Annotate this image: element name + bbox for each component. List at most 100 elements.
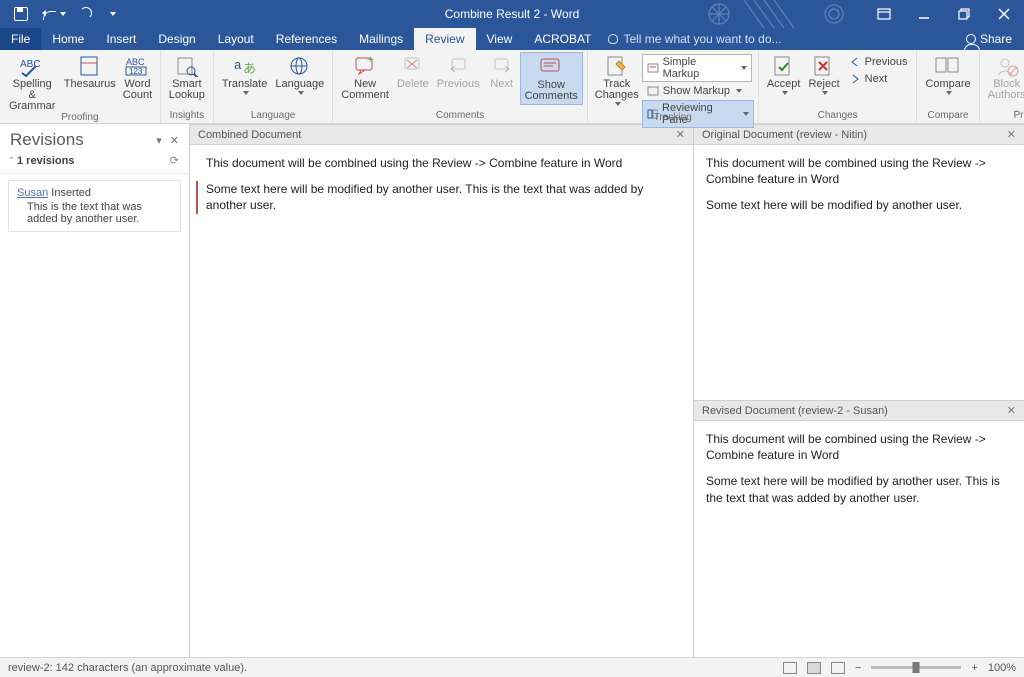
close-button[interactable] bbox=[984, 0, 1024, 28]
close-icon[interactable]: ✕ bbox=[676, 128, 685, 141]
next-change-button[interactable]: Next bbox=[844, 71, 913, 87]
revised-document-pane: Revised Document (review-2 - Susan) ✕ Th… bbox=[694, 400, 1024, 657]
show-markup-dropdown[interactable]: Show Markup bbox=[642, 83, 754, 99]
tab-home[interactable]: Home bbox=[41, 28, 95, 50]
block-authors-button: Block Authors bbox=[984, 52, 1024, 103]
tab-mailings[interactable]: Mailings bbox=[348, 28, 414, 50]
translate-button[interactable]: aあ Translate bbox=[218, 52, 271, 97]
language-button[interactable]: Language bbox=[271, 52, 328, 97]
ribbon-group-proofing: ABC Spelling & Grammar Thesaurus ABC123 … bbox=[0, 50, 161, 123]
proofing-group-label: Proofing bbox=[61, 112, 98, 125]
next-icon bbox=[849, 74, 861, 84]
show-comments-icon bbox=[537, 55, 565, 79]
tab-file[interactable]: File bbox=[0, 28, 41, 50]
svg-text:123: 123 bbox=[129, 67, 143, 76]
revised-pane-title: Revised Document (review-2 - Susan) bbox=[702, 405, 888, 417]
tab-layout[interactable]: Layout bbox=[207, 28, 265, 50]
zoom-out-button[interactable]: − bbox=[855, 662, 861, 674]
spelling-grammar-button[interactable]: ABC Spelling & Grammar bbox=[4, 52, 60, 114]
compare-label: Compare bbox=[925, 79, 970, 90]
combined-document-body[interactable]: This document will be combined using the… bbox=[190, 145, 693, 234]
qat-customize-icon[interactable] bbox=[110, 12, 116, 16]
web-layout-icon[interactable] bbox=[831, 662, 845, 674]
translate-label: Translate bbox=[222, 79, 267, 90]
delete-comment-icon bbox=[399, 54, 427, 78]
refresh-icon[interactable]: ⟳ bbox=[170, 154, 179, 167]
redo-icon[interactable] bbox=[80, 7, 94, 21]
thesaurus-button[interactable]: Thesaurus bbox=[60, 52, 119, 92]
tab-review[interactable]: Review bbox=[414, 28, 475, 50]
zoom-value[interactable]: 100% bbox=[988, 662, 1016, 674]
next-comment-button: Next bbox=[484, 52, 520, 92]
zoom-thumb[interactable] bbox=[913, 662, 920, 673]
track-changes-label: Track Changes bbox=[595, 79, 639, 101]
revised-document-body[interactable]: This document will be combined using the… bbox=[694, 421, 1024, 526]
print-layout-icon[interactable] bbox=[807, 662, 821, 674]
minimize-button[interactable] bbox=[904, 0, 944, 28]
show-markup-icon bbox=[647, 86, 659, 96]
zoom-slider[interactable] bbox=[871, 666, 961, 669]
smart-lookup-button[interactable]: Smart Lookup bbox=[165, 52, 209, 103]
show-markup-label: Show Markup bbox=[663, 85, 730, 97]
revision-item[interactable]: Susan Inserted This is the text that was… bbox=[8, 180, 181, 232]
collapse-icon[interactable]: ˆ bbox=[10, 156, 13, 166]
combined-document-pane: Combined Document ✕ This document will b… bbox=[190, 124, 694, 657]
word-count-label: Word Count bbox=[123, 79, 152, 101]
share-label: Share bbox=[980, 32, 1012, 46]
smart-lookup-icon bbox=[173, 54, 201, 78]
tab-references[interactable]: References bbox=[265, 28, 348, 50]
original-document-body[interactable]: This document will be combined using the… bbox=[694, 145, 1024, 234]
block-authors-label: Block Authors bbox=[988, 79, 1024, 101]
close-icon[interactable]: ✕ bbox=[1007, 128, 1016, 141]
close-icon[interactable]: ✕ bbox=[170, 134, 179, 147]
share-button[interactable]: Share bbox=[954, 28, 1024, 50]
ribbon-group-tracking: Track Changes Simple Markup Show Markup … bbox=[588, 50, 759, 123]
chevron-down-icon bbox=[946, 91, 952, 95]
person-icon bbox=[966, 34, 976, 44]
language-group-label: Language bbox=[251, 110, 296, 123]
ribbon: ABC Spelling & Grammar Thesaurus ABC123 … bbox=[0, 50, 1024, 124]
track-changes-button[interactable]: Track Changes bbox=[592, 52, 642, 108]
revisions-dropdown-icon[interactable]: ▾ bbox=[156, 134, 162, 147]
markup-mode-dropdown[interactable]: Simple Markup bbox=[642, 54, 752, 82]
undo-button[interactable] bbox=[42, 7, 66, 21]
ribbon-group-comments: + New Comment Delete Previous Next Show … bbox=[333, 50, 587, 123]
accept-label: Accept bbox=[767, 79, 801, 90]
reject-icon bbox=[810, 54, 838, 78]
chevron-down-icon bbox=[782, 91, 788, 95]
menu-tabs: File Home Insert Design Layout Reference… bbox=[0, 28, 1024, 50]
restore-button[interactable] bbox=[944, 0, 984, 28]
revisions-title: Revisions bbox=[10, 130, 84, 150]
read-mode-icon[interactable] bbox=[783, 662, 797, 674]
side-documents: Original Document (review - Nitin) ✕ Thi… bbox=[694, 124, 1024, 657]
compare-button[interactable]: Compare bbox=[921, 52, 974, 97]
accept-icon bbox=[770, 54, 798, 78]
undo-icon bbox=[42, 7, 58, 21]
new-comment-button[interactable]: + New Comment bbox=[337, 52, 393, 103]
language-icon bbox=[286, 54, 314, 78]
tab-acrobat[interactable]: ACROBAT bbox=[523, 28, 602, 50]
word-count-button[interactable]: ABC123 Word Count bbox=[119, 52, 156, 103]
block-authors-icon bbox=[993, 54, 1021, 78]
chevron-down-icon bbox=[615, 102, 621, 106]
zoom-in-button[interactable]: + bbox=[971, 662, 977, 674]
revision-text: This is the text that was added by anoth… bbox=[17, 201, 172, 225]
show-comments-button[interactable]: Show Comments bbox=[520, 52, 583, 105]
chevron-down-icon bbox=[741, 66, 747, 70]
chevron-down-icon bbox=[60, 12, 66, 16]
tab-insert[interactable]: Insert bbox=[95, 28, 147, 50]
reject-button[interactable]: Reject bbox=[804, 52, 843, 97]
save-icon[interactable] bbox=[14, 7, 28, 21]
collapse-ribbon-icon[interactable]: ˆ bbox=[1015, 110, 1018, 121]
combined-pane-title: Combined Document bbox=[198, 129, 301, 141]
ribbon-group-compare: Compare Compare bbox=[917, 50, 979, 123]
previous-change-button[interactable]: Previous bbox=[844, 54, 913, 70]
word-count-icon: ABC123 bbox=[123, 54, 151, 78]
close-icon[interactable]: ✕ bbox=[1007, 404, 1016, 417]
accept-button[interactable]: Accept bbox=[763, 52, 805, 97]
revisions-count: 1 revisions bbox=[17, 155, 74, 167]
tab-view[interactable]: View bbox=[476, 28, 524, 50]
tab-design[interactable]: Design bbox=[147, 28, 206, 50]
tell-me-search[interactable]: Tell me what you want to do... bbox=[608, 28, 781, 50]
language-label: Language bbox=[275, 79, 324, 90]
